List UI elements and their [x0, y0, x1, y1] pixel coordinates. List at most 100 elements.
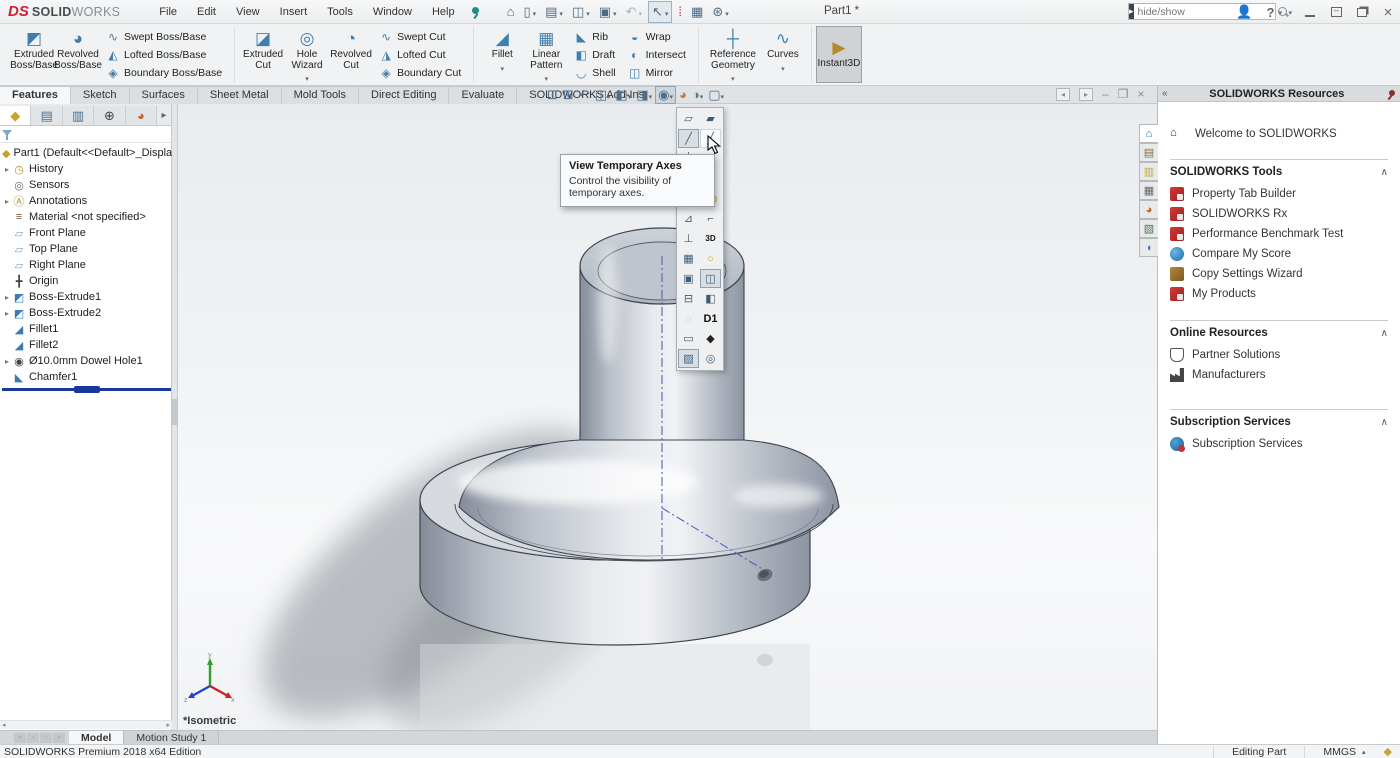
property-tab-builder-link[interactable]: Property Tab Builder: [1170, 184, 1388, 204]
last-tab-icon[interactable]: »: [53, 733, 65, 743]
save-button[interactable]: ◫: [569, 2, 593, 22]
tree-item-sensors[interactable]: ◎Sensors: [2, 177, 171, 193]
undo-button[interactable]: ↶: [623, 2, 645, 22]
chevron-down-icon[interactable]: [665, 4, 669, 19]
revolved-boss-base-button[interactable]: ◕Revolved Boss/Base: [56, 27, 100, 82]
linear-pattern-button[interactable]: ▦Linear Pattern: [524, 27, 568, 82]
tab-appearances-scenes[interactable]: ◕: [1139, 200, 1158, 219]
collapse-section-icon[interactable]: ∧: [1381, 167, 1388, 178]
tree-item-chamfer1[interactable]: ◣Chamfer1: [2, 369, 171, 385]
tab-sketch[interactable]: Sketch: [71, 86, 130, 104]
chevron-down-icon[interactable]: [559, 4, 563, 19]
chevron-down-icon[interactable]: [721, 87, 725, 102]
chevron-down-icon[interactable]: [725, 4, 729, 19]
document-minimize-icon[interactable]: –: [1102, 87, 1109, 101]
rib-button[interactable]: ◣Rib: [571, 28, 618, 45]
chevron-down-icon[interactable]: [628, 87, 632, 102]
tab-dimxpert-manager[interactable]: ⊕: [94, 106, 125, 125]
menu-insert[interactable]: Insert: [271, 3, 317, 21]
close-button[interactable]: ×: [1380, 4, 1396, 20]
view-live-section-planes-button[interactable]: ▰: [700, 109, 721, 128]
collapse-section-icon[interactable]: ∧: [1381, 417, 1388, 428]
tree-item-history[interactable]: ▸◷History: [2, 161, 171, 177]
home-button[interactable]: ⌂: [504, 2, 518, 21]
view-axes-button[interactable]: ╱: [678, 129, 699, 148]
chevron-down-icon[interactable]: [613, 4, 617, 19]
new-document-button[interactable]: ▯: [520, 2, 539, 22]
select-button[interactable]: ↖: [648, 1, 672, 23]
expand-arrow-icon[interactable]: ▸: [2, 357, 12, 366]
tab-feature-manager[interactable]: ◆: [0, 106, 31, 125]
view-3d-sketch-planes-button[interactable]: 3D: [700, 229, 721, 248]
menu-window[interactable]: Window: [364, 3, 421, 21]
chevron-down-icon[interactable]: [305, 72, 309, 84]
tree-item-boss-extrude2[interactable]: ▸◩Boss-Extrude2: [2, 305, 171, 321]
view-cameras-button[interactable]: ▣: [678, 269, 699, 288]
view-grid-button[interactable]: ▦: [678, 249, 699, 268]
view-sketch-relations-button[interactable]: ⊿: [678, 209, 699, 228]
edit-appearance-button[interactable]: ◕: [677, 86, 689, 104]
help-button[interactable]: ?: [1262, 4, 1278, 20]
hole-wizard-button[interactable]: ◎Hole Wizard: [285, 27, 329, 82]
mirror-button[interactable]: ◫Mirror: [625, 64, 689, 81]
menu-view[interactable]: View: [227, 3, 269, 21]
chevron-down-icon[interactable]: [533, 4, 537, 19]
section-view-button[interactable]: ◫: [593, 86, 613, 104]
tab-file-explorer[interactable]: ▥: [1139, 162, 1158, 181]
options-button[interactable]: ⊛: [709, 2, 731, 22]
tree-item-fillet2[interactable]: ◢Fillet2: [2, 337, 171, 353]
copy-settings-wizard-link[interactable]: Copy Settings Wizard: [1170, 264, 1388, 284]
chevron-down-icon[interactable]: [649, 87, 653, 102]
view-routing-points-button[interactable]: ⊟: [678, 289, 699, 308]
chevron-down-icon[interactable]: [731, 72, 735, 84]
units-selector[interactable]: MMGS▴: [1304, 746, 1383, 758]
tree-root-part[interactable]: ◆Part1 (Default<<Default>_Display State: [2, 145, 171, 161]
tab-motion-study-1[interactable]: Motion Study 1: [124, 731, 219, 744]
minimize-button[interactable]: [1302, 4, 1318, 20]
view-weld-beads-button[interactable]: ▨: [678, 349, 699, 368]
tree-item-top-plane[interactable]: ▱Top Plane: [2, 241, 171, 257]
tree-item-dowel-hole[interactable]: ▸◉Ø10.0mm Dowel Hole1: [2, 353, 171, 369]
menu-help[interactable]: Help: [423, 3, 464, 21]
chevron-down-icon[interactable]: [670, 87, 674, 102]
view-decals-button[interactable]: ◌: [678, 309, 699, 328]
tree-item-front-plane[interactable]: ▱Front Plane: [2, 225, 171, 241]
chevron-down-icon[interactable]: [700, 87, 704, 102]
previous-tab-icon[interactable]: ‹: [27, 733, 39, 743]
menu-edit[interactable]: Edit: [188, 3, 225, 21]
panel-tabs-overflow-arrow[interactable]: ▸: [157, 106, 171, 125]
restore-button[interactable]: [1354, 4, 1370, 20]
menu-file[interactable]: File: [150, 3, 186, 21]
help-chevron-icon[interactable]: [1288, 6, 1292, 18]
lofted-cut-button[interactable]: ◮Lofted Cut: [376, 46, 464, 63]
view-dimension-names-button[interactable]: D1: [700, 309, 721, 328]
compare-my-score-link[interactable]: Compare My Score: [1170, 244, 1388, 264]
view-planes-button[interactable]: ▱: [678, 109, 699, 128]
first-tab-icon[interactable]: «: [14, 733, 26, 743]
previous-document-icon[interactable]: ◂: [1056, 88, 1070, 101]
draft-button[interactable]: ◧Draft: [571, 46, 618, 63]
menu-tools[interactable]: Tools: [318, 3, 362, 21]
tree-item-right-plane[interactable]: ▱Right Plane: [2, 257, 171, 273]
next-document-icon[interactable]: ▸: [1079, 88, 1093, 101]
chevron-down-icon[interactable]: [586, 4, 590, 19]
scroll-right-arrow-icon[interactable]: ▸: [166, 721, 170, 729]
tab-view-palette[interactable]: ▦: [1139, 181, 1158, 200]
apply-scene-button[interactable]: ◑: [690, 86, 705, 104]
view-parting-lines-button[interactable]: ⌐: [700, 209, 721, 228]
maximize-button[interactable]: [1328, 4, 1344, 20]
view-ambient-occlusion-button[interactable]: ◆: [700, 329, 721, 348]
document-close-icon[interactable]: ×: [1137, 87, 1144, 101]
my-products-link[interactable]: My Products: [1170, 284, 1388, 304]
rollback-bar[interactable]: [2, 388, 171, 391]
tag-icon[interactable]: ◆: [1384, 745, 1400, 758]
extruded-cut-button[interactable]: ◪Extruded Cut: [241, 27, 285, 82]
scroll-left-arrow-icon[interactable]: ◂: [2, 721, 6, 729]
expand-arrow-icon[interactable]: ▸: [2, 197, 12, 206]
tree-item-origin[interactable]: ╋Origin: [2, 273, 171, 289]
display-style-button[interactable]: ◨: [634, 86, 654, 104]
print-button[interactable]: ▣: [596, 2, 620, 22]
chevron-down-icon[interactable]: [545, 72, 549, 84]
next-tab-icon[interactable]: ›: [40, 733, 52, 743]
view-perpendicular-button[interactable]: ⊥: [678, 229, 699, 248]
